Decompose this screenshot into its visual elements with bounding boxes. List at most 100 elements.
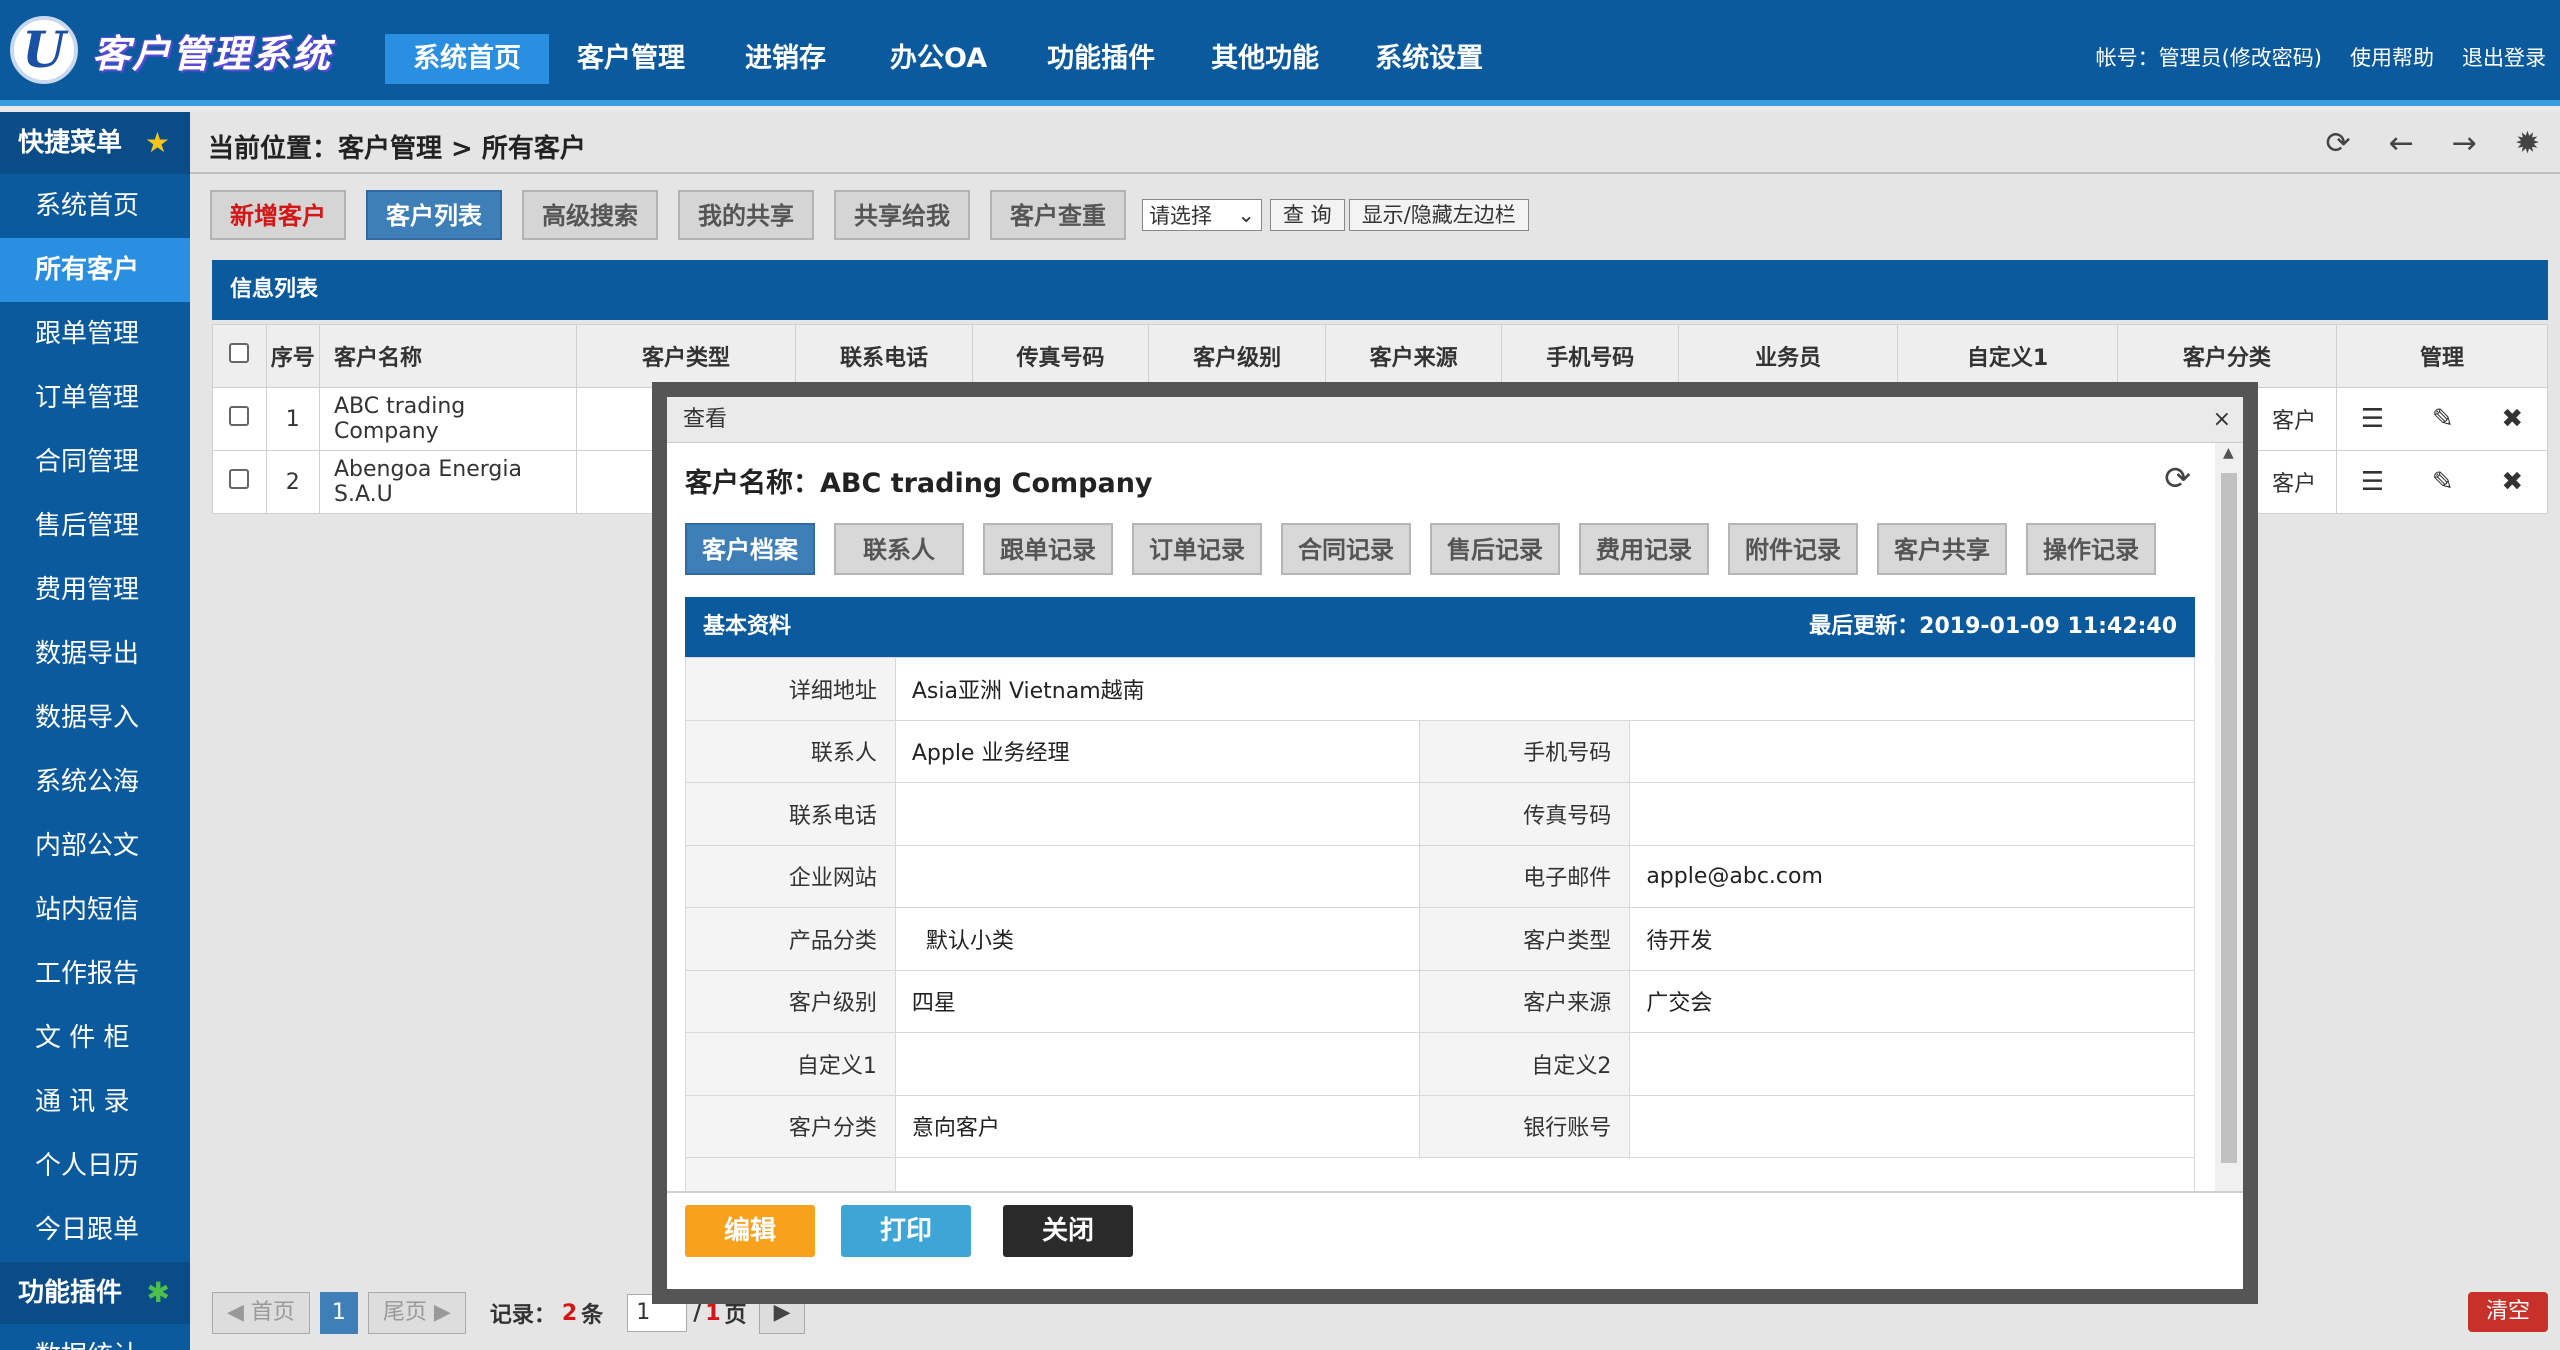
tab-contracts[interactable]: 合同记录 — [1281, 523, 1411, 575]
sidebar-item-expenses[interactable]: 费用管理 — [0, 558, 190, 622]
type-value: 待开发 — [1629, 907, 2195, 971]
field-label: 联系人 — [685, 719, 896, 783]
customer-name-cell[interactable]: ABC trading Company — [319, 387, 577, 451]
scrollbar-thumb[interactable] — [2221, 473, 2237, 1163]
sidebar-item-reports[interactable]: 工作报告 — [0, 942, 190, 1006]
field-label: 银行账号 — [1419, 1094, 1631, 1158]
gear-icon[interactable]: ✹ — [2515, 126, 2540, 161]
tab-sharing[interactable]: 客户共享 — [1877, 523, 2007, 575]
first-page-button[interactable]: ◀ 首页 — [212, 1292, 310, 1334]
account-link[interactable]: 帐号：管理员(修改密码) — [2096, 42, 2322, 72]
edit-pencil-icon[interactable]: ✎ — [2432, 467, 2454, 497]
select-all-checkbox[interactable] — [229, 343, 250, 363]
edit-pencil-icon[interactable]: ✎ — [2432, 404, 2454, 434]
advanced-search-button[interactable]: 高级搜索 — [522, 190, 658, 240]
customer-name: ABC trading Company — [820, 468, 1153, 499]
shared-to-me-button[interactable]: 共享给我 — [834, 190, 970, 240]
sidebar-item-statistics[interactable]: 数据统计 — [0, 1324, 190, 1350]
nav-home[interactable]: 系统首页 — [385, 34, 549, 84]
sidebar-item-home[interactable]: 系统首页 — [0, 174, 190, 238]
modal-scrollbar[interactable]: ▲ ▼ — [2215, 443, 2243, 1282]
tab-operation-log[interactable]: 操作记录 — [2026, 523, 2156, 575]
sidebar-item-public-pool[interactable]: 系统公海 — [0, 750, 190, 814]
sidebar-item-documents[interactable]: 内部公文 — [0, 814, 190, 878]
tab-followups[interactable]: 跟单记录 — [983, 523, 1113, 575]
nav-office-oa[interactable]: 办公OA — [858, 34, 1019, 84]
row-checkbox[interactable] — [229, 469, 250, 489]
my-shares-button[interactable]: 我的共享 — [678, 190, 814, 240]
column-header: 客户级别 — [1148, 324, 1326, 388]
close-icon[interactable]: × — [2213, 397, 2231, 443]
tab-attachments[interactable]: 附件记录 — [1728, 523, 1858, 575]
customer-list-button[interactable]: 客户列表 — [366, 190, 502, 240]
delete-icon[interactable]: ✖ — [2501, 404, 2523, 434]
sidebar-item-address-book[interactable]: 通 讯 录 — [0, 1070, 190, 1134]
back-arrow-icon[interactable]: ← — [2389, 126, 2414, 161]
row-select-cell — [212, 450, 267, 514]
sidebar-item-orders[interactable]: 订单管理 — [0, 366, 190, 430]
divider — [190, 172, 2560, 174]
records-unit: 条 — [581, 1303, 604, 1328]
tab-profile[interactable]: 客户档案 — [685, 523, 815, 575]
filter-select[interactable]: 请选择 ⌄ — [1142, 199, 1262, 231]
forward-arrow-icon[interactable]: → — [2452, 126, 2477, 161]
query-button[interactable]: 查 询 — [1270, 199, 1345, 231]
edit-button[interactable]: 编辑 — [685, 1205, 815, 1257]
delete-icon[interactable]: ✖ — [2501, 467, 2523, 497]
refresh-icon[interactable]: ⟳ — [2325, 126, 2350, 161]
row-checkbox[interactable] — [229, 406, 250, 426]
tab-contacts[interactable]: 联系人 — [834, 523, 964, 575]
toolbar: 新增客户 客户列表 高级搜索 我的共享 共享给我 客户查重 请选择 ⌄ 查 询 … — [210, 190, 1529, 240]
sidebar-item-file-cabinet[interactable]: 文 件 柜 — [0, 1006, 190, 1070]
list-panel-title: 信息列表 — [212, 260, 2548, 320]
email-value[interactable]: apple@abc.com — [1629, 844, 2195, 908]
nav-plugins[interactable]: 功能插件 — [1019, 34, 1183, 84]
field-label: 客户类型 — [1419, 907, 1631, 971]
nav-other[interactable]: 其他功能 — [1183, 34, 1347, 84]
tab-orders[interactable]: 订单记录 — [1132, 523, 1262, 575]
field-label: 传真号码 — [1419, 782, 1631, 846]
nav-inventory[interactable]: 进销存 — [713, 34, 858, 84]
print-button[interactable]: 打印 — [841, 1205, 971, 1257]
refresh-icon[interactable]: ⟳ — [2164, 459, 2191, 497]
nav-settings[interactable]: 系统设置 — [1347, 34, 1511, 84]
nav-customers[interactable]: 客户管理 — [549, 34, 713, 84]
toggle-sidebar-button[interactable]: 显示/隐藏左边栏 — [1348, 199, 1529, 231]
logo-icon: U — [10, 16, 78, 84]
row-select-cell — [212, 387, 267, 451]
sidebar-item-messages[interactable]: 站内短信 — [0, 878, 190, 942]
close-button[interactable]: 关闭 — [1003, 1205, 1133, 1257]
sidebar-item-contracts[interactable]: 合同管理 — [0, 430, 190, 494]
sidebar-item-followup[interactable]: 跟单管理 — [0, 302, 190, 366]
sidebar-item-all-customers[interactable]: 所有客户 — [0, 238, 190, 302]
current-page[interactable]: 1 — [319, 1292, 358, 1334]
sidebar-section-title: 快捷菜单 — [18, 128, 123, 158]
sidebar-item-today-followup[interactable]: 今日跟单 — [0, 1198, 190, 1262]
help-link[interactable]: 使用帮助 — [2350, 42, 2434, 72]
tab-expenses[interactable]: 费用记录 — [1579, 523, 1709, 575]
column-header: 传真号码 — [971, 324, 1150, 388]
column-header: 自定义1 — [1897, 324, 2118, 388]
scroll-up-icon[interactable]: ▲ — [2223, 445, 2234, 461]
sidebar-item-after-sales[interactable]: 售后管理 — [0, 494, 190, 558]
star-icon: ★ — [144, 126, 170, 159]
logout-link[interactable]: 退出登录 — [2462, 42, 2546, 72]
customer-name-cell[interactable]: Abengoa Energia S.A.U — [319, 450, 577, 514]
tab-after-sales[interactable]: 售后记录 — [1430, 523, 1560, 575]
row-actions: ☰ ✎ ✖ — [2336, 450, 2548, 514]
column-header: 管理 — [2336, 324, 2548, 388]
list-icon[interactable]: ☰ — [2361, 467, 2384, 497]
list-icon[interactable]: ☰ — [2361, 404, 2384, 434]
duplicate-check-button[interactable]: 客户查重 — [990, 190, 1126, 240]
customer-label: 客户名称： — [685, 468, 820, 499]
sidebar-item-import[interactable]: 数据导入 — [0, 686, 190, 750]
sidebar-item-export[interactable]: 数据导出 — [0, 622, 190, 686]
filter-select-value: 请选择 — [1149, 204, 1212, 228]
category-value: 意向客户 — [894, 1094, 1421, 1158]
last-page-button[interactable]: 尾页 ▶ — [367, 1292, 466, 1334]
sidebar-item-calendar[interactable]: 个人日历 — [0, 1134, 190, 1198]
app-logo[interactable]: U 客户管理系统 — [10, 10, 332, 90]
field-label: 自定义1 — [685, 1032, 896, 1096]
clear-button[interactable]: 清空 — [2468, 1292, 2548, 1332]
add-customer-button[interactable]: 新增客户 — [210, 190, 346, 240]
